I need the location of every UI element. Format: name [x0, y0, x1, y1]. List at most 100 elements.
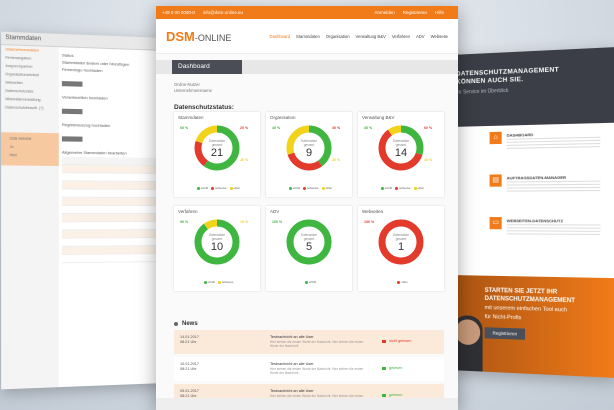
card-title: Organisation [270, 115, 296, 120]
feature-adv[interactable]: ▤ AUFTRAGSDATEN-MANAGER [489, 173, 604, 194]
status-card[interactable]: ADV 100 % Datensätze gesamt 5 erfüllt [266, 206, 352, 291]
legend-dot [211, 186, 215, 190]
donut-center: Datensätze gesamt 1 [377, 233, 425, 253]
nav-item-verwaltung[interactable]: Verwaltung B&V [356, 34, 386, 39]
nav-item-organisation[interactable]: Organisation [326, 34, 350, 39]
register-button[interactable]: Registrieren [484, 327, 526, 340]
register-link[interactable]: Registrieren [403, 10, 427, 15]
mail-icon [382, 339, 386, 343]
status-card[interactable]: Verwaltung B&V 30 % 60 % 10 % Datensätze gesa… [358, 112, 444, 197]
left-nav-item[interactable]: Datenschutzbeauftr. (?) [1, 103, 59, 113]
legend-dot [196, 186, 200, 190]
logo[interactable]: DSM -ONLINE [166, 29, 231, 44]
news-status-label: gelesen [389, 366, 403, 370]
legend-label: erfüllt [292, 186, 301, 190]
nav-item-verfahren[interactable]: Verfahren [392, 34, 410, 39]
record-count: 1 [397, 241, 405, 253]
user-info: Online-Nutzer Unternehmensname [156, 74, 458, 94]
file-select-button[interactable] [61, 136, 83, 142]
left-sidebar: Unternehmensdaten Firmenangaben Ansprech… [1, 45, 59, 390]
nav-item-webseite[interactable]: Webseite [431, 34, 448, 39]
percent-label: 30 % [364, 126, 373, 130]
login-link[interactable]: Anmelden [374, 10, 394, 15]
news-item[interactable]: 10.01.2017 08:21 Uhr Testnachricht an alle… [174, 357, 444, 381]
news-status: gelesen [382, 366, 402, 370]
news-text: Hier stehen die ersten Worte der Nachric… [270, 340, 364, 348]
news-section: News 14.01.2017 08:21 Uhr Testnachricht an… [174, 321, 444, 408]
news-status-label: nicht gelesen [389, 339, 412, 343]
legend-dot [413, 186, 417, 190]
phone-link[interactable]: +49 0 00 0000-0 [162, 10, 195, 15]
news-list: 14.01.2017 08:21 Uhr Testnachricht an alle… [174, 330, 444, 408]
file-select-button[interactable] [61, 108, 83, 115]
home-icon: ⌂ [489, 131, 502, 145]
percent-label: 60 % [424, 126, 433, 130]
legend-dot [229, 186, 233, 190]
news-headline: Testnachricht an alle User [270, 362, 314, 366]
nav-item-dashboard[interactable]: Dashboard [270, 34, 291, 39]
news-status-label: gelesen [389, 393, 403, 397]
card-legend: erfüllt teilweise offen [266, 186, 352, 190]
legend-label: erfüllt [207, 280, 215, 284]
percent-label: 60 % [180, 126, 189, 130]
cta-text: mit unserem einfachen Tool auch [484, 304, 568, 314]
footer [156, 398, 458, 410]
card-legend: erfüllt teilweise offen [358, 186, 444, 190]
percent-label: 10 % [424, 158, 433, 162]
dashboard-bar: Dashboard [156, 60, 458, 74]
email-link[interactable]: info@dsm-online.eu [203, 10, 243, 15]
left-side-box-option[interactable]: Nein [5, 151, 54, 160]
news-item[interactable]: 14.01.2017 08:21 Uhr Testnachricht an alle… [174, 330, 444, 354]
left-screen-stammdaten: Stammdaten Unternehmensdaten Firmenangab… [1, 31, 166, 390]
legend-label: erfüllt [308, 280, 317, 284]
status-card[interactable]: Webseiten 100 % Datensätze gesamt 1 offen [358, 206, 444, 291]
legend-label: offen [325, 186, 333, 190]
card-title: Webseiten [362, 209, 384, 214]
feature-dashboard[interactable]: ⌂ DASHBOARD [489, 129, 604, 151]
table-row [61, 254, 163, 264]
left-side-box: DSB-Aktivität Ja Nein [1, 132, 59, 166]
cta-title: DATENSCHUTZMANAGEMENT [484, 295, 576, 304]
percent-label: 100 % [272, 220, 283, 224]
legend-label: erfüllt [200, 186, 209, 190]
card-title: Verfahren [178, 209, 198, 214]
news-status: gelesen [382, 393, 402, 397]
top-bar: +49 0 00 0000-0 info@dsm-online.eu Anmel… [156, 6, 458, 19]
nav-item-adv[interactable]: ADV [416, 34, 425, 39]
news-title: News [174, 321, 444, 327]
legend-dot [288, 186, 292, 190]
donut-center: Datensätze gesamt 5 [285, 233, 333, 253]
nav-item-stammdaten[interactable]: Stammdaten [296, 34, 320, 39]
donut-center: Datensätze gesamt 9 [285, 139, 333, 159]
left-label: Firmenlogo hochladen [61, 66, 103, 74]
feature-title: AUFTRAGSDATEN-MANAGER [506, 174, 567, 181]
card-legend: offen [358, 280, 444, 284]
card-title: Verwaltung B&V [362, 115, 395, 120]
table-row [61, 197, 163, 206]
record-count: 14 [394, 147, 408, 159]
file-select-button[interactable] [61, 81, 83, 87]
percent-label: 40 % [272, 126, 281, 130]
record-count: 21 [210, 147, 224, 159]
status-card[interactable]: Stammdaten 60 % 20 % 20 % Datensätze gesamt 21… [174, 112, 260, 197]
news-headline: Testnachricht an alle User [270, 335, 314, 339]
percent-label: 30 % [332, 158, 341, 162]
feature-title: WEBSEITEN-DATENSCHUTZ [506, 218, 564, 224]
status-card[interactable]: Organisation 40 % 30 % 30 % Datensätze gesamt… [266, 112, 352, 197]
tab-dashboard[interactable]: Dashboard [172, 60, 242, 74]
card-legend: erfüllt [266, 280, 352, 284]
feature-text [506, 136, 601, 151]
card-legend: erfüllt teilweise offen [174, 186, 260, 190]
news-headline: Testnachricht an alle User [270, 389, 314, 393]
status-card[interactable]: Verfahren 90 % 10 % Datensätze gesamt 10 erfül… [174, 206, 260, 291]
percent-label: 100 % [364, 220, 375, 224]
legend-dot [397, 280, 401, 284]
table-row [61, 189, 163, 198]
help-link[interactable]: Hilfe [435, 10, 444, 15]
mail-icon [382, 366, 386, 370]
logo-suffix: -ONLINE [194, 32, 232, 43]
table-row [61, 205, 163, 215]
percent-label: 30 % [332, 126, 341, 130]
legend-label: teilweise [307, 186, 319, 190]
legend-label: offen [417, 186, 425, 190]
